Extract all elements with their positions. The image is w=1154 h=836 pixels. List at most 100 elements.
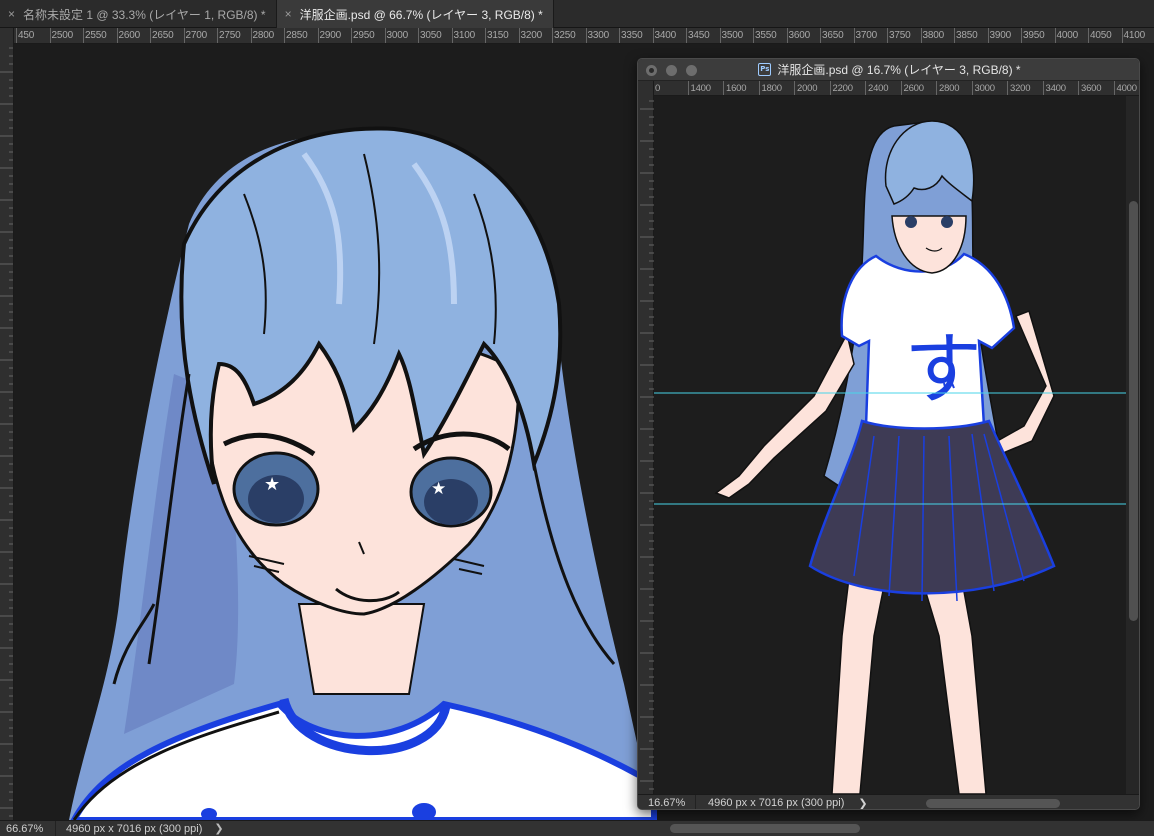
ruler-label: 4100 bbox=[1123, 30, 1146, 41]
window-ruler-tick bbox=[1042, 81, 1044, 95]
window-ruler-tick bbox=[794, 81, 795, 95]
ruler-tick bbox=[83, 28, 84, 43]
ruler-tick bbox=[820, 28, 821, 43]
window-ruler-label: 3000 bbox=[974, 83, 996, 94]
ruler-tick bbox=[719, 28, 721, 43]
artwork-full-body: す bbox=[654, 120, 1126, 794]
window-minimize-button[interactable] bbox=[666, 65, 677, 76]
ruler-label: 2850 bbox=[286, 30, 308, 41]
ruler-label: 2900 bbox=[319, 30, 342, 41]
document-info: 4960 px x 7016 px (300 ppi) bbox=[66, 822, 203, 835]
window-ruler-tick bbox=[723, 81, 724, 95]
ruler-label: 3100 bbox=[453, 30, 476, 41]
ruler-label: 2550 bbox=[85, 30, 107, 41]
ruler-tick bbox=[1054, 28, 1056, 43]
window-close-button[interactable] bbox=[646, 65, 657, 76]
window-zoom-button[interactable] bbox=[686, 65, 697, 76]
ruler-tick bbox=[284, 28, 285, 43]
ruler-label: 3750 bbox=[889, 30, 911, 41]
ruler-tick bbox=[1121, 28, 1123, 43]
window-ruler-label: 0 bbox=[655, 83, 661, 94]
shirt-text: す bbox=[904, 325, 982, 415]
ruler-label: 2950 bbox=[353, 30, 375, 41]
ruler-label: 3900 bbox=[989, 30, 1012, 41]
ruler-label: 3450 bbox=[688, 30, 710, 41]
window-ruler-label: 1600 bbox=[726, 83, 747, 94]
tab-label: 名称未設定 1 @ 33.3% (レイヤー 1, RGB/8) * bbox=[23, 7, 266, 22]
window-ruler-label: 3400 bbox=[1045, 83, 1067, 94]
window-title: 洋服企画.psd @ 16.7% (レイヤー 3, RGB/8) * bbox=[777, 63, 1021, 77]
ruler-label: 3250 bbox=[554, 30, 576, 41]
window-vertical-ruler[interactable] bbox=[638, 81, 654, 794]
floating-document-window[interactable]: Ps 洋服企画.psd @ 16.7% (レイヤー 3, RGB/8) * 0 1… bbox=[637, 58, 1140, 810]
window-status-bar: 16.67% 4960 px x 7016 px (300 ppi) ❯ bbox=[638, 794, 1139, 810]
ruler-tick bbox=[887, 28, 888, 43]
scrollbar-thumb[interactable] bbox=[1129, 201, 1138, 621]
ruler-label: 3400 bbox=[654, 30, 677, 41]
ruler-tick bbox=[552, 28, 553, 43]
ruler-tick bbox=[451, 28, 453, 43]
window-ruler-tick bbox=[865, 81, 866, 95]
ruler-label: 3650 bbox=[822, 30, 844, 41]
tab-youfuku-kikaku[interactable]: × 洋服企画.psd @ 66.7% (レイヤー 3, RGB/8) * bbox=[276, 0, 554, 28]
window-vertical-scrollbar[interactable] bbox=[1126, 96, 1139, 794]
tab-close-icon[interactable]: × bbox=[285, 7, 292, 21]
window-ruler-label: 3200 bbox=[1010, 83, 1031, 94]
ruler-label: 3950 bbox=[1023, 30, 1045, 41]
ruler-tick bbox=[753, 28, 754, 43]
ruler-label: 3350 bbox=[621, 30, 643, 41]
status-menu-arrow[interactable]: ❯ bbox=[214, 822, 223, 835]
ruler-label: 2500 bbox=[51, 30, 74, 41]
ruler-tick bbox=[518, 28, 520, 43]
ruler-tick bbox=[150, 28, 151, 43]
status-bar: 66.67% 4960 px x 7016 px (300 ppi) ❯ bbox=[0, 820, 1154, 836]
svg-text:★: ★ bbox=[264, 474, 280, 495]
ruler-label: 3500 bbox=[721, 30, 744, 41]
ruler-tick bbox=[384, 28, 386, 43]
ruler-tick bbox=[920, 28, 922, 43]
ruler-tick bbox=[418, 28, 419, 43]
ruler-label: 3800 bbox=[922, 30, 945, 41]
window-ruler-tick bbox=[1113, 81, 1115, 95]
window-ruler-tick bbox=[1078, 81, 1079, 95]
ruler-tick bbox=[116, 28, 118, 43]
horizontal-scroll-thumb[interactable] bbox=[670, 824, 860, 833]
window-ruler-label: 1800 bbox=[761, 83, 783, 94]
window-ruler-label: 1400 bbox=[690, 83, 712, 94]
ruler-tick bbox=[987, 28, 989, 43]
ruler-label: 4050 bbox=[1090, 30, 1112, 41]
ruler-tick bbox=[585, 28, 587, 43]
window-ruler-tick bbox=[829, 81, 831, 95]
tab-close-icon[interactable]: × bbox=[8, 7, 15, 21]
neck bbox=[297, 603, 426, 695]
zoom-level[interactable]: 66.67% bbox=[0, 820, 56, 836]
window-title-bar[interactable]: Ps 洋服企画.psd @ 16.7% (レイヤー 3, RGB/8) * bbox=[638, 59, 1139, 81]
vertical-ruler[interactable] bbox=[0, 28, 14, 820]
ruler-label: 3600 bbox=[788, 30, 811, 41]
ruler-tick bbox=[250, 28, 252, 43]
window-horizontal-ruler[interactable]: 0 1400 1600 1800 2000 2200 2400 2600 2800 3000 320… bbox=[654, 81, 1139, 96]
window-ruler-label: 2000 bbox=[797, 83, 818, 94]
window-ruler-tick bbox=[900, 81, 902, 95]
document-tab-bar: × 名称未設定 1 @ 33.3% (レイヤー 1, RGB/8) * × 洋服… bbox=[0, 0, 1154, 28]
ruler-tick bbox=[619, 28, 620, 43]
window-ruler-tick bbox=[936, 81, 937, 95]
window-zoom-level[interactable]: 16.67% bbox=[638, 794, 696, 809]
ruler-label: 3000 bbox=[386, 30, 409, 41]
window-ruler-tick bbox=[687, 81, 689, 95]
ruler-label: 3850 bbox=[956, 30, 978, 41]
ruler-label: 3150 bbox=[487, 30, 509, 41]
ruler-tick bbox=[317, 28, 319, 43]
ruler-tick bbox=[686, 28, 687, 43]
window-vertical-ruler-ticks bbox=[640, 100, 654, 790]
window-horizontal-scroll-thumb[interactable] bbox=[926, 799, 1060, 808]
ruler-label: 2600 bbox=[118, 30, 141, 41]
ruler-label: 3550 bbox=[755, 30, 777, 41]
window-canvas[interactable]: す bbox=[654, 96, 1126, 794]
ruler-tick bbox=[786, 28, 788, 43]
tab-untitled-1[interactable]: × 名称未設定 1 @ 33.3% (レイヤー 1, RGB/8) * bbox=[0, 0, 277, 28]
horizontal-ruler[interactable]: 450 2500 2550 2600 2650 2700 2750 2800 2850 2900 2… bbox=[14, 28, 1154, 44]
ruler-tick bbox=[652, 28, 654, 43]
ruler-label: 3050 bbox=[420, 30, 442, 41]
window-status-menu-arrow[interactable]: ❯ bbox=[858, 797, 867, 810]
